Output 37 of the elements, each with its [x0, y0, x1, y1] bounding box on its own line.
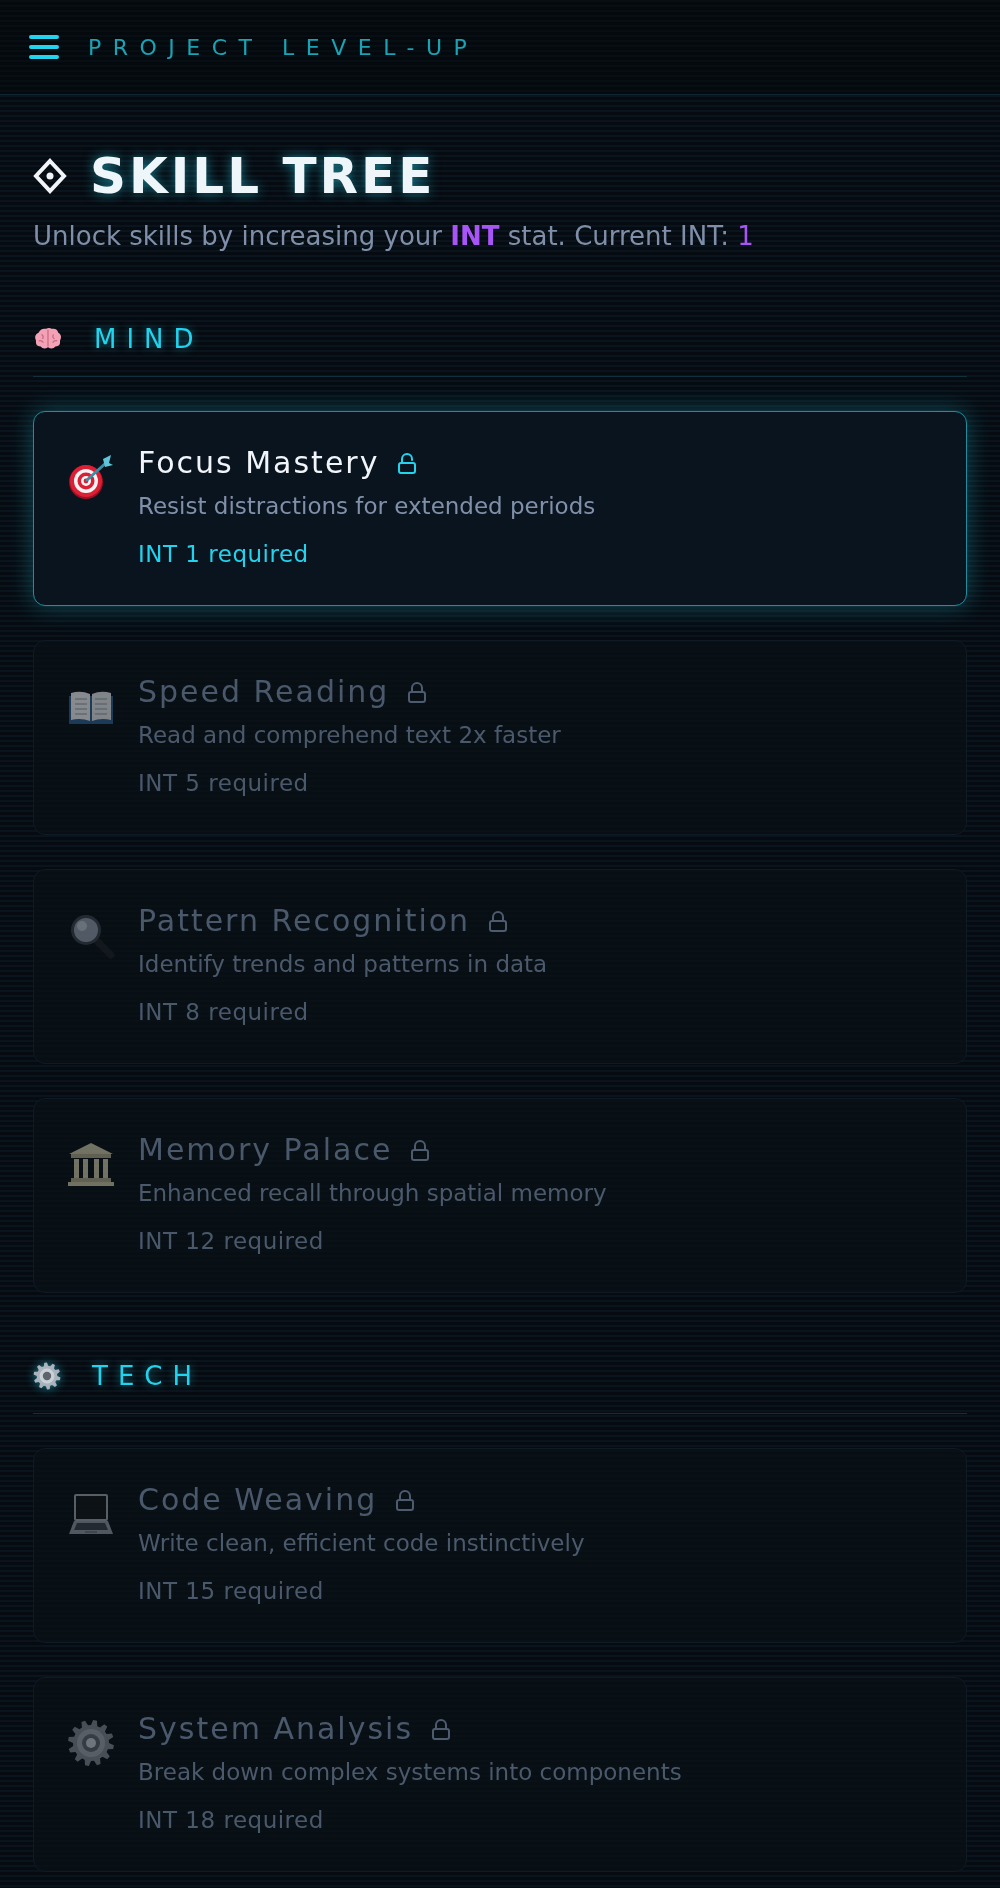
- skill-name: System Analysis: [138, 1711, 413, 1747]
- skill-card[interactable]: Pattern Recognition Identify trends and patterns in data INT 8 required: [33, 869, 967, 1064]
- classical-building-icon: [67, 1140, 115, 1188]
- brain-icon: [33, 327, 63, 351]
- skill-card[interactable]: Focus Mastery Resist distractions for extended periods INT 1 required: [33, 411, 967, 606]
- subtitle-text: Unlock skills by increasing your INT stat. Current INT:: [33, 221, 729, 251]
- skill-requirement: INT 12 required: [138, 1227, 325, 1256]
- dartboard-icon: [67, 453, 115, 501]
- diamond-icon: [33, 158, 67, 194]
- skill-description: Break down complex systems into components: [138, 1758, 682, 1787]
- skill-name: Focus Mastery: [138, 445, 380, 481]
- gear-icon: [33, 1362, 61, 1390]
- skill-name: Code Weaving: [138, 1482, 378, 1518]
- skill-requirement: INT 18 required: [138, 1806, 325, 1835]
- skill-requirement: INT 5 required: [138, 769, 310, 798]
- skill-card[interactable]: Memory Palace Enhanced recall through spatial memory INT 12 required: [33, 1098, 967, 1293]
- app-title: PROJECT LEVEL-UP: [88, 34, 479, 60]
- skill-description: Enhanced recall through spatial memory: [138, 1179, 607, 1208]
- skill-requirement: INT 1 required: [138, 540, 310, 569]
- skill-name: Speed Reading: [138, 674, 390, 710]
- page-title: SKILL TREE: [90, 148, 436, 204]
- skill-description: Read and comprehend text 2x faster: [138, 721, 561, 750]
- menu-icon[interactable]: [29, 35, 59, 59]
- skill-description: Identify trends and patterns in data: [138, 950, 548, 979]
- skill-description: Write clean, efficient code instinctively: [138, 1529, 585, 1558]
- skill-requirement: INT 8 required: [138, 998, 310, 1027]
- skill-requirement: INT 15 required: [138, 1577, 325, 1606]
- skill-description: Resist distractions for extended periods: [138, 492, 596, 521]
- skill-card[interactable]: Speed Reading Read and comprehend text 2x faster INT 5 required: [33, 640, 967, 835]
- skill-name: Memory Palace: [138, 1132, 393, 1168]
- current-int-value: 1: [737, 221, 754, 251]
- section-title: TECH: [92, 1361, 202, 1391]
- section-title: MIND: [94, 324, 204, 354]
- skill-card[interactable]: Code Weaving Write clean, efficient code instinctively INT 15 required: [33, 1448, 967, 1643]
- skill-name: Pattern Recognition: [138, 903, 471, 939]
- gear-icon: [67, 1719, 115, 1767]
- skill-card[interactable]: System Analysis Break down complex systems into components INT 18 required: [33, 1677, 967, 1872]
